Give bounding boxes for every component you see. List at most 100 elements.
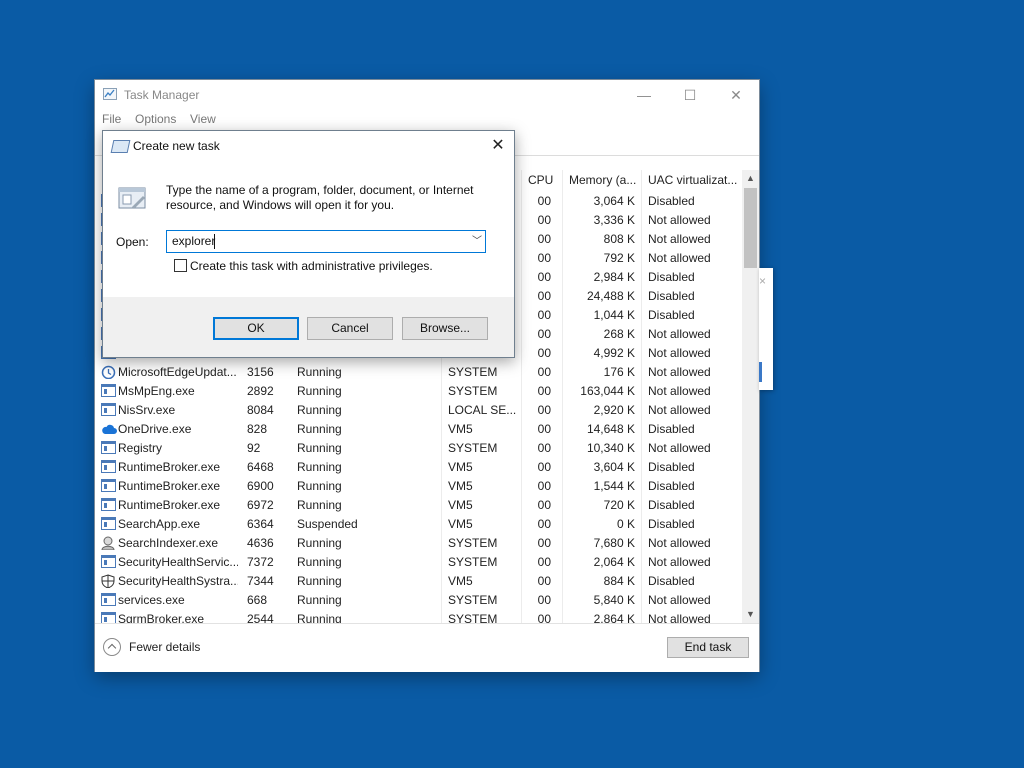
process-uac: Not allowed: [648, 555, 711, 569]
close-button[interactable]: ✕: [713, 80, 759, 110]
process-cpu: 00: [537, 308, 551, 322]
process-user: VM5: [448, 574, 473, 588]
process-status: Running: [297, 479, 342, 493]
process-user: SYSTEM: [448, 612, 498, 623]
process-memory: 2,864 K: [593, 612, 635, 623]
process-pid: 3156: [247, 365, 274, 379]
process-memory: 884 K: [603, 574, 635, 588]
minimize-button[interactable]: —: [621, 80, 667, 110]
end-task-button[interactable]: End task: [667, 637, 749, 658]
process-memory: 268 K: [603, 327, 635, 341]
process-user: VM5: [448, 460, 473, 474]
dialog-description: Type the name of a program, folder, docu…: [166, 183, 474, 212]
process-memory: 2,064 K: [593, 555, 635, 569]
table-row[interactable]: RuntimeBroker.exe 6900 Running VM5 00 1,544 K…: [95, 477, 742, 496]
maximize-button[interactable]: ☐: [667, 80, 713, 110]
process-memory: 1,044 K: [593, 308, 635, 322]
vertical-scrollbar[interactable]: ▲ ▼: [742, 170, 759, 623]
column-memory[interactable]: Memory (a...: [562, 170, 641, 192]
process-user: LOCAL SE...: [448, 403, 517, 417]
shield-icon: [101, 574, 117, 588]
footer: Fewer details End task: [95, 623, 759, 672]
cancel-button[interactable]: Cancel: [307, 317, 393, 340]
menu-file[interactable]: File: [102, 112, 121, 126]
process-memory: 5,840 K: [593, 593, 635, 607]
column-uac[interactable]: UAC virtualizat...: [641, 170, 742, 192]
process-status: Running: [297, 365, 342, 379]
table-row[interactable]: SgrmBroker.exe 2544 Running SYSTEM 00 2,864 K…: [95, 610, 742, 623]
table-row[interactable]: SearchIndexer.exe 4636 Running SYSTEM 00 7,68…: [95, 534, 742, 553]
table-row[interactable]: MicrosoftEdgeUpdat... 3156 Running SYSTEM 00…: [95, 363, 742, 382]
app-icon: [101, 403, 117, 417]
table-row[interactable]: MsMpEng.exe 2892 Running SYSTEM 00 163,044 K N…: [95, 382, 742, 401]
process-pid: 668: [247, 593, 268, 607]
dialog-close-button[interactable]: ✕: [483, 133, 513, 159]
process-name: RuntimeBroker.exe: [118, 498, 221, 512]
process-cpu: 00: [537, 422, 551, 436]
chevron-down-icon[interactable]: ﹀: [470, 233, 484, 250]
process-pid: 4636: [247, 536, 274, 550]
browse-button[interactable]: Browse...: [402, 317, 488, 340]
accent-strip: [759, 362, 762, 382]
dialog-titlebar[interactable]: Create new task ✕: [103, 131, 514, 161]
table-row[interactable]: SecurityHealthSystra... 7344 Running VM5 00 8…: [95, 572, 742, 591]
table-row[interactable]: Registry 92 Running SYSTEM 00 10,340 K Not all…: [95, 439, 742, 458]
chevron-up-circle-icon[interactable]: [103, 638, 121, 656]
process-uac: Disabled: [648, 422, 695, 436]
process-cpu: 00: [537, 460, 551, 474]
scroll-down-icon[interactable]: ▼: [742, 606, 759, 623]
admin-privileges-label[interactable]: Create this task with administrative pri…: [190, 259, 433, 273]
process-status: Running: [297, 612, 342, 623]
task-manager-icon: [103, 88, 117, 100]
column-cpu[interactable]: CPU: [521, 170, 561, 192]
process-status: Running: [297, 441, 342, 455]
process-memory: 2,920 K: [593, 403, 635, 417]
process-pid: 6900: [247, 479, 274, 493]
process-name: MsMpEng.exe: [118, 384, 195, 398]
process-name: RuntimeBroker.exe: [118, 479, 221, 493]
run-icon: [110, 140, 131, 153]
minimize-icon: —: [637, 87, 651, 103]
app-icon: [101, 593, 117, 607]
scroll-thumb[interactable]: [744, 188, 757, 268]
process-name: RuntimeBroker.exe: [118, 460, 221, 474]
table-row[interactable]: RuntimeBroker.exe 6468 Running VM5 00 3,604 K…: [95, 458, 742, 477]
process-user: VM5: [448, 498, 473, 512]
process-uac: Disabled: [648, 479, 695, 493]
menu-view[interactable]: View: [190, 112, 216, 126]
ok-button[interactable]: OK: [213, 317, 299, 340]
process-memory: 14,648 K: [586, 422, 635, 436]
process-pid: 6972: [247, 498, 274, 512]
onedrive-icon: [101, 422, 117, 436]
table-row[interactable]: SearchApp.exe 6364 Suspended VM5 00 0 K Disabl…: [95, 515, 742, 534]
table-row[interactable]: OneDrive.exe 828 Running VM5 00 14,648 K Disab…: [95, 420, 742, 439]
process-uac: Not allowed: [648, 327, 711, 341]
process-name: Registry: [118, 441, 163, 455]
edge-update-icon: [101, 365, 117, 379]
task-manager-titlebar[interactable]: Task Manager — ☐ ✕: [95, 80, 759, 110]
process-uac: Not allowed: [648, 232, 711, 246]
admin-privileges-checkbox[interactable]: [174, 259, 187, 272]
close-icon: ✕: [491, 137, 505, 154]
open-combobox[interactable]: explorer ﹀: [166, 230, 486, 253]
process-memory: 10,340 K: [586, 441, 635, 455]
app-icon: [101, 498, 117, 512]
process-name: SearchApp.exe: [118, 517, 201, 531]
process-name: services.exe: [118, 593, 185, 607]
open-input[interactable]: explorer: [172, 234, 215, 248]
process-pid: 2892: [247, 384, 274, 398]
process-memory: 163,044 K: [580, 384, 635, 398]
process-memory: 7,680 K: [593, 536, 635, 550]
process-status: Running: [297, 536, 342, 550]
fewer-details-link[interactable]: Fewer details: [129, 640, 200, 654]
table-row[interactable]: RuntimeBroker.exe 6972 Running VM5 00 720 K Di…: [95, 496, 742, 515]
table-row[interactable]: services.exe 668 Running SYSTEM 00 5,840 K Not…: [95, 591, 742, 610]
text-caret: [214, 234, 215, 249]
process-cpu: 00: [537, 403, 551, 417]
menu-options[interactable]: Options: [135, 112, 176, 126]
scroll-up-icon[interactable]: ▲: [742, 170, 759, 187]
process-cpu: 00: [537, 194, 551, 208]
process-uac: Disabled: [648, 574, 695, 588]
table-row[interactable]: SecurityHealthServic... 7372 Running SYSTEM…: [95, 553, 742, 572]
table-row[interactable]: NisSrv.exe 8084 Running LOCAL SE... 00 2,920 …: [95, 401, 742, 420]
